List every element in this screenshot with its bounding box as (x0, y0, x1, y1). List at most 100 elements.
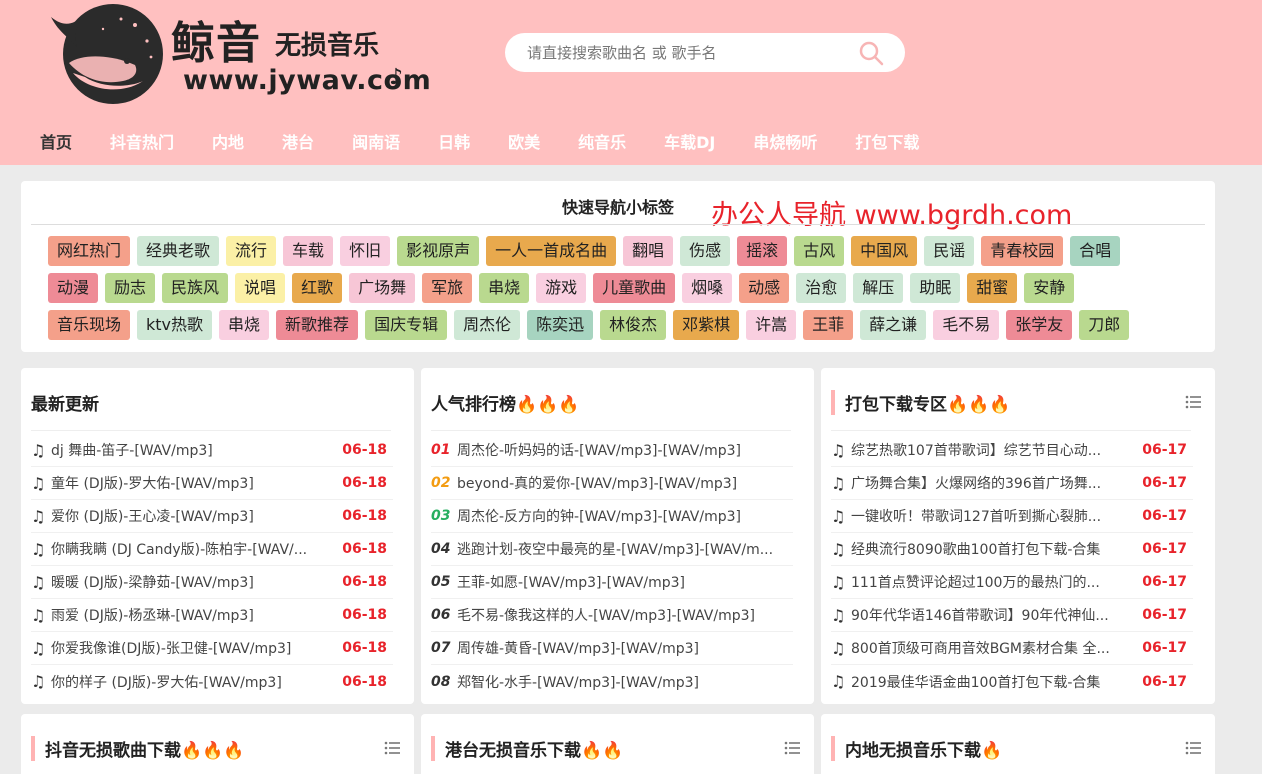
tag-link[interactable]: 助眠 (910, 273, 961, 303)
tag-link[interactable]: 安静 (1024, 273, 1075, 303)
rank-number: 05 (431, 574, 451, 590)
tag-link[interactable]: 合唱 (1070, 236, 1121, 266)
tag-link[interactable]: 王菲 (803, 310, 854, 340)
tag-link[interactable]: ktv热歌 (137, 310, 213, 340)
tag-link[interactable]: 张学友 (1006, 310, 1073, 340)
search-icon[interactable] (858, 40, 884, 66)
nav-item-home[interactable]: 首页 (40, 129, 72, 157)
list-item[interactable]: ♫ 800首顶级可商用音效BGM素材合集 全... 06-17 (831, 632, 1193, 665)
tag-link[interactable]: 串烧 (219, 310, 270, 340)
list-item[interactable]: ♫ 你瞒我瞒 (DJ Candy版)-陈柏宇-[WAV/... 06-18 (31, 533, 393, 566)
list-item[interactable]: ♫ 一键收听！带歌词127首听到撕心裂肺... 06-17 (831, 500, 1193, 533)
douyin-panel: 抖音无损歌曲下载🔥🔥🔥 (21, 714, 414, 774)
list-menu-icon[interactable] (384, 740, 400, 756)
tag-link[interactable]: 广场舞 (349, 273, 416, 303)
nav-item-jpkr[interactable]: 日韩 (438, 129, 470, 157)
watermark-text: 办公人导航 www.bgrdh.com (711, 200, 1073, 231)
tag-link[interactable]: 音乐现场 (48, 310, 131, 340)
list-item[interactable]: 04 逃跑计划-夜空中最亮的星-[WAV/mp3]-[WAV/m... (431, 533, 793, 566)
tag-link[interactable]: 毛不易 (933, 310, 1000, 340)
tag-link[interactable]: 中国风 (851, 236, 918, 266)
nav-item-pack-download[interactable]: 打包下载 (855, 129, 919, 157)
tag-link[interactable]: 车载 (283, 236, 334, 266)
tag-link[interactable]: 国庆专辑 (365, 310, 448, 340)
song-title: 你的样子 (DJ版)-罗大佑-[WAV/mp3] (51, 674, 282, 691)
tag-link[interactable]: 许嵩 (746, 310, 797, 340)
list-item[interactable]: 03 周杰伦-反方向的钟-[WAV/mp3]-[WAV/mp3] (431, 500, 793, 533)
tag-link[interactable]: 儿童歌曲 (593, 273, 676, 303)
list-menu-icon[interactable] (784, 740, 800, 756)
music-note-icon: ♪ (389, 65, 404, 90)
tag-link[interactable]: 说唱 (235, 273, 286, 303)
tag-link[interactable]: 网红热门 (48, 236, 131, 266)
list-item[interactable]: ♫ 广场舞合集】火爆网络的396首广场舞... 06-17 (831, 467, 1193, 500)
list-item[interactable]: ♫ 雨爱 (DJ版)-杨丞琳-[WAV/mp3] 06-18 (31, 599, 393, 632)
list-item[interactable]: ♫ 你的样子 (DJ版)-罗大佑-[WAV/mp3] 06-18 (31, 665, 393, 698)
nav-item-hktw[interactable]: 港台 (282, 129, 314, 157)
nav-item-car-dj[interactable]: 车载DJ (664, 129, 715, 157)
tag-link[interactable]: 新歌推荐 (276, 310, 359, 340)
list-item[interactable]: ♫ 经典流行8090歌曲100首打包下载-合集 06-17 (831, 533, 1193, 566)
tag-link[interactable]: 串烧 (479, 273, 530, 303)
tag-link[interactable]: 游戏 (536, 273, 587, 303)
nav-item-douyin[interactable]: 抖音热门 (110, 129, 174, 157)
tag-link[interactable]: 民谣 (924, 236, 975, 266)
tag-link[interactable]: 治愈 (796, 273, 847, 303)
tag-link[interactable]: 烟嗓 (682, 273, 733, 303)
tag-link[interactable]: 红歌 (292, 273, 343, 303)
tag-link[interactable]: 解压 (853, 273, 904, 303)
tag-link[interactable]: 摇滚 (737, 236, 788, 266)
tag-link[interactable]: 流行 (226, 236, 277, 266)
list-item[interactable]: 05 王菲-如愿-[WAV/mp3]-[WAV/mp3] (431, 566, 793, 599)
nav-item-medley[interactable]: 串烧畅听 (753, 129, 817, 157)
fire-icon: 🔥🔥🔥 (181, 741, 245, 761)
tag-link[interactable]: 薛之谦 (860, 310, 927, 340)
list-item[interactable]: ♫ dj 舞曲-笛子-[WAV/mp3] 06-18 (31, 434, 393, 467)
music-note-icon: ♫ (31, 506, 46, 526)
tag-link[interactable]: 青春校园 (981, 236, 1064, 266)
nav-item-western[interactable]: 欧美 (508, 129, 540, 157)
tag-link[interactable]: 励志 (105, 273, 156, 303)
latest-title: 最新更新 (31, 395, 99, 415)
tag-row: 动漫 励志 民族风 说唱 红歌 广场舞 军旅 串烧 游戏 儿童歌曲 烟嗓 动感 治愈 解压 助眠 甜蜜 安静 (48, 273, 1208, 304)
list-item[interactable]: 01 周杰伦-听妈妈的话-[WAV/mp3]-[WAV/mp3] (431, 434, 793, 467)
list-item[interactable]: 02 beyond-真的爱你-[WAV/mp3]-[WAV/mp3] (431, 467, 793, 500)
tag-link[interactable]: 邓紫棋 (673, 310, 740, 340)
list-item[interactable]: ♫ 暖暖 (DJ版)-梁静茹-[WAV/mp3] 06-18 (31, 566, 393, 599)
pack-title: 一键收听！带歌词127首听到撕心裂肺... (851, 509, 1102, 525)
tag-link[interactable]: 动漫 (48, 273, 99, 303)
list-item[interactable]: ♫ 111首点赞评论超过100万的最热门的... 06-17 (831, 566, 1193, 599)
list-item[interactable]: ♫ 综艺热歌107首带歌词】综艺节目心动... 06-17 (831, 434, 1193, 467)
nav-item-mainland[interactable]: 内地 (212, 129, 244, 157)
search-input[interactable] (527, 41, 847, 64)
song-title: 暖暖 (DJ版)-梁静茹-[WAV/mp3] (51, 575, 254, 591)
tag-link[interactable]: 古风 (794, 236, 845, 266)
tag-link[interactable]: 经典老歌 (137, 236, 220, 266)
list-item[interactable]: ♫ 2019最佳华语金曲100首打包下载-合集 06-17 (831, 665, 1193, 698)
nav-item-pure-music[interactable]: 纯音乐 (578, 129, 626, 157)
tag-link[interactable]: 林俊杰 (600, 310, 667, 340)
list-item[interactable]: ♫ 爱你 (DJ版)-王心凌-[WAV/mp3] 06-18 (31, 500, 393, 533)
list-item[interactable]: 07 周传雄-黄昏-[WAV/mp3]-[WAV/mp3] (431, 632, 793, 665)
tag-link[interactable]: 陈奕迅 (527, 310, 594, 340)
tag-link[interactable]: 影视原声 (397, 236, 480, 266)
list-item[interactable]: ♫ 90年代华语146首带歌词】90年代神仙... 06-17 (831, 599, 1193, 632)
tag-link[interactable]: 军旅 (422, 273, 473, 303)
tag-link[interactable]: 甜蜜 (967, 273, 1018, 303)
tag-link[interactable]: 伤感 (680, 236, 731, 266)
list-item[interactable]: ♫ 童年 (DJ版)-罗大佑-[WAV/mp3] 06-18 (31, 467, 393, 500)
tag-link[interactable]: 民族风 (162, 273, 229, 303)
list-menu-icon[interactable] (1185, 740, 1201, 756)
list-item[interactable]: 06 毛不易-像我这样的人-[WAV/mp3]-[WAV/mp3] (431, 599, 793, 632)
tag-link[interactable]: 周杰伦 (454, 310, 521, 340)
tag-link[interactable]: 翻唱 (623, 236, 674, 266)
tag-link[interactable]: 一人一首成名曲 (486, 236, 617, 266)
nav-item-minnan[interactable]: 闽南语 (352, 129, 400, 157)
list-item[interactable]: ♫ 你爱我像谁(DJ版)-张卫健-[WAV/mp3] 06-18 (31, 632, 393, 665)
site-logo[interactable]: 鲸音 无损音乐 www.jywav.com ♪ (43, 3, 431, 109)
list-item[interactable]: 08 郑智化-水手-[WAV/mp3]-[WAV/mp3] (431, 665, 793, 698)
list-menu-icon[interactable] (1185, 394, 1201, 410)
tag-link[interactable]: 刀郎 (1079, 310, 1130, 340)
tag-link[interactable]: 动感 (739, 273, 790, 303)
tag-link[interactable]: 怀旧 (340, 236, 391, 266)
